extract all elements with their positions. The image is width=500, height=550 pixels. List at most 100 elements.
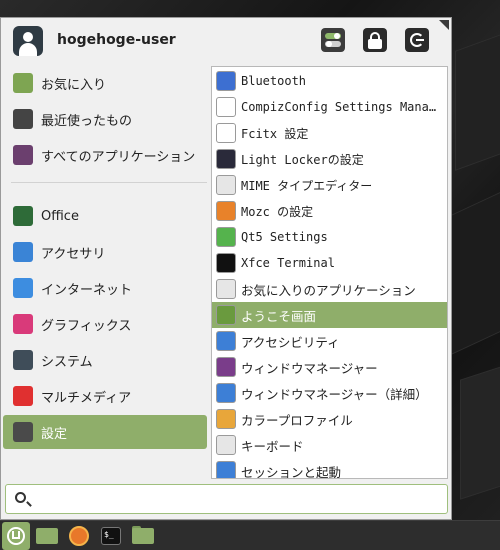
app-item[interactable]: CompizConfig Settings Manager <box>212 94 447 120</box>
app-item[interactable]: Xfce Terminal <box>212 250 447 276</box>
search-bar[interactable] <box>5 484 448 514</box>
category-separator <box>11 182 207 183</box>
category-label: 最近使ったもの <box>41 113 133 129</box>
play-icon <box>13 386 33 406</box>
show-desktop-icon <box>36 528 58 544</box>
category-label: すべてのアプリケーション <box>41 149 196 165</box>
file-manager-icon <box>132 528 154 544</box>
app-label: Xfce Terminal <box>241 256 335 270</box>
mint-icon <box>216 305 236 325</box>
app-label: Fcitx 設定 <box>241 126 309 141</box>
gear-icon <box>13 350 33 370</box>
username: hogehoge-user <box>57 32 176 48</box>
clock-icon <box>13 109 33 129</box>
cloud-icon <box>13 278 33 298</box>
qt-icon <box>216 227 236 247</box>
app-item[interactable]: ウィンドウマネージャー <box>212 354 447 380</box>
lock-button[interactable] <box>363 28 387 52</box>
category-item[interactable]: アクセサリ <box>3 235 207 269</box>
app-item[interactable]: Light Lockerの設定 <box>212 146 447 172</box>
category-label: システム <box>41 354 93 370</box>
file-manager-button[interactable] <box>130 524 156 548</box>
category-label: マルチメディア <box>41 390 132 406</box>
app-item[interactable]: カラープロファイル <box>212 406 447 432</box>
category-list: お気に入り最近使ったものすべてのアプリケーション Office アクセサリインターネ… <box>3 66 207 452</box>
app-item[interactable]: ようこそ画面 <box>212 302 447 328</box>
app-label: Qt5 Settings <box>241 230 328 244</box>
color-profile-icon <box>216 409 236 429</box>
category-item[interactable]: すべてのアプリケーション <box>3 138 207 172</box>
terminal-button[interactable]: $_ <box>98 524 124 548</box>
grid-icon <box>13 145 33 165</box>
firefox-button[interactable] <box>66 524 92 548</box>
app-item[interactable]: Qt5 Settings <box>212 224 447 250</box>
graphics-icon <box>13 314 33 334</box>
category-item[interactable]: お気に入り <box>3 66 207 100</box>
category-label: グラフィックス <box>41 318 132 334</box>
keyboard-icon <box>216 435 236 455</box>
app-label: お気に入りのアプリケーション <box>241 282 416 298</box>
category-item[interactable]: インターネット <box>3 271 207 305</box>
app-item[interactable]: ウィンドウマネージャー（詳細） <box>212 380 447 406</box>
search-input[interactable] <box>36 489 436 509</box>
category-item[interactable]: システム <box>3 343 207 377</box>
app-item[interactable]: セッションと起動 <box>212 458 447 479</box>
app-label: アクセシビリティ <box>241 334 340 350</box>
settings-icon <box>13 422 33 442</box>
office-icon <box>13 206 33 226</box>
app-label: Bluetooth <box>241 74 307 88</box>
terminal-icon: $_ <box>101 527 121 545</box>
gear-icon <box>216 175 236 195</box>
taskbar: $_ <box>0 520 500 550</box>
app-label: キーボード <box>241 438 304 454</box>
logout-button[interactable] <box>405 28 429 52</box>
star-folder-icon <box>13 73 33 93</box>
search-icon <box>15 492 26 503</box>
app-label: ウィンドウマネージャー <box>241 360 378 376</box>
category-item[interactable]: Office <box>3 199 207 233</box>
category-label: お気に入り <box>41 77 107 93</box>
category-item[interactable]: グラフィックス <box>3 307 207 341</box>
app-label: ウィンドウマネージャー（詳細） <box>241 386 428 402</box>
firefox-icon <box>69 526 89 546</box>
app-item[interactable]: Bluetooth <box>212 68 447 94</box>
mozc-icon <box>216 201 236 221</box>
menu-button[interactable] <box>2 522 30 550</box>
application-list: Bluetooth CompizConfig Settings Manager Fc… <box>211 66 448 479</box>
app-label: Mozc の設定 <box>241 204 314 219</box>
app-label: CompizConfig Settings Manager <box>241 100 441 114</box>
category-label: Office <box>41 208 79 224</box>
category-item[interactable]: マルチメディア <box>3 379 207 413</box>
show-desktop-button[interactable] <box>34 524 60 548</box>
application-menu: hogehoge-user お気に入り最近使ったものすべてのアプリケーション Of… <box>0 17 452 520</box>
avatar[interactable] <box>13 26 43 56</box>
window-manager-icon <box>216 357 236 377</box>
app-label: セッションと起動 <box>241 464 342 479</box>
app-item[interactable]: Mozc の設定 <box>212 198 447 224</box>
window-tweaks-icon <box>216 383 236 403</box>
app-label: カラープロファイル <box>241 412 353 428</box>
settings-button[interactable] <box>321 28 345 52</box>
accessories-icon <box>13 242 33 262</box>
app-item[interactable]: キーボード <box>212 432 447 458</box>
moon-icon <box>216 149 236 169</box>
gear-icon <box>216 279 236 299</box>
accessibility-icon <box>216 331 236 351</box>
menu-header: hogehoge-user <box>13 25 443 57</box>
category-item[interactable]: 設定 <box>3 415 207 449</box>
app-item[interactable]: MIME タイプエディター <box>212 172 447 198</box>
app-item[interactable]: お気に入りのアプリケーション <box>212 276 447 302</box>
cursor-icon <box>216 97 236 117</box>
category-label: インターネット <box>41 282 133 298</box>
app-label: ようこそ画面 <box>241 308 317 324</box>
app-label: Light Lockerの設定 <box>241 152 364 167</box>
category-label: 設定 <box>41 426 68 442</box>
app-item[interactable]: アクセシビリティ <box>212 328 447 354</box>
app-item[interactable]: Fcitx 設定 <box>212 120 447 146</box>
bluetooth-icon <box>216 71 236 91</box>
category-label: アクセサリ <box>41 246 106 262</box>
terminal-icon <box>216 253 236 273</box>
app-label: MIME タイプエディター <box>241 178 373 193</box>
category-item[interactable]: 最近使ったもの <box>3 102 207 136</box>
penguin-icon <box>216 123 236 143</box>
